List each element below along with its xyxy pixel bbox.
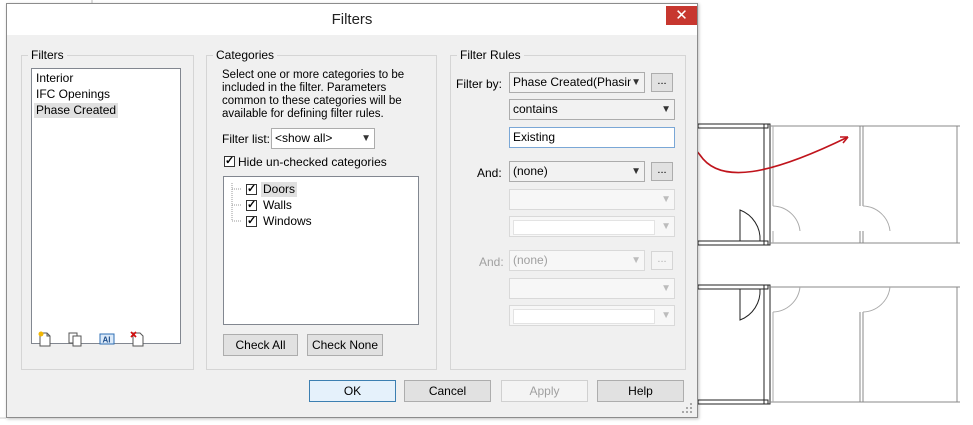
chevron-down-icon: ▼	[631, 255, 641, 266]
filters-dialog: Filters ✕ Filters Interior IFC Openings …	[6, 3, 698, 418]
and2-label: And:	[479, 255, 504, 269]
chevron-down-icon: ▼	[661, 194, 671, 205]
hide-unchecked-checkbox[interactable]: ✓	[224, 156, 235, 167]
chevron-down-icon: ▼	[631, 166, 641, 177]
walls-checkbox[interactable]: ✓	[246, 200, 257, 211]
filter-item-interior[interactable]: Interior	[34, 71, 75, 86]
hide-unchecked-label: Hide un-checked categories	[238, 155, 387, 169]
cancel-button[interactable]: Cancel	[404, 380, 491, 402]
filter-item-ifc-openings[interactable]: IFC Openings	[34, 87, 112, 102]
and2-dropdown[interactable]: (none) ▼	[509, 250, 645, 271]
svg-text:AI: AI	[103, 336, 111, 345]
chevron-down-icon: ▼	[661, 104, 671, 115]
and1-value-dropdown[interactable]: ▼	[509, 216, 675, 237]
filter-rules-legend: Filter Rules	[460, 48, 521, 62]
and2-value-field	[513, 309, 655, 324]
operator-dropdown[interactable]: contains ▼	[509, 99, 675, 120]
doors-checkbox[interactable]: ✓	[246, 184, 257, 195]
and1-more-button[interactable]: ...	[651, 162, 673, 181]
filters-list[interactable]: Interior IFC Openings Phase Created	[31, 68, 181, 344]
dialog-title: Filters	[331, 11, 373, 28]
check-all-button[interactable]: Check All	[223, 334, 298, 356]
and1-value: (none)	[513, 164, 548, 178]
categories-tree: ✓ Doors ✓ Walls ✓ Windows	[223, 176, 419, 325]
filter-item-phase-created[interactable]: Phase Created	[34, 103, 119, 118]
filter-list-value: <show all>	[275, 131, 333, 145]
filter-list-dropdown[interactable]: <show all> ▼	[271, 128, 375, 149]
ok-button[interactable]: OK	[309, 380, 396, 402]
categories-legend: Categories	[216, 48, 275, 62]
chevron-down-icon: ▼	[631, 73, 641, 92]
windows-checkbox[interactable]: ✓	[246, 216, 257, 227]
chevron-down-icon: ▼	[661, 221, 671, 232]
and2-value-dropdown[interactable]: ▼	[509, 305, 675, 326]
filter-by-value: Phase Created(Phasing	[513, 75, 641, 89]
rule-value-input[interactable]: Existing	[509, 127, 675, 148]
category-doors[interactable]: Doors	[261, 182, 298, 197]
help-button[interactable]: Help	[597, 380, 684, 402]
rename-filter-icon[interactable]: AI	[99, 331, 115, 347]
chevron-down-icon: ▼	[361, 133, 371, 144]
and1-dropdown[interactable]: (none) ▼	[509, 161, 645, 182]
new-filter-icon[interactable]	[37, 331, 53, 347]
check-none-button[interactable]: Check None	[307, 334, 383, 356]
delete-filter-icon[interactable]	[130, 331, 146, 347]
tree-lines	[231, 183, 242, 222]
operator-value: contains	[513, 102, 558, 116]
filter-by-dropdown[interactable]: Phase Created(Phasing ▼	[509, 72, 645, 93]
apply-button[interactable]: Apply	[501, 380, 588, 402]
resize-grip-icon[interactable]	[681, 402, 693, 414]
duplicate-filter-icon[interactable]	[67, 331, 83, 347]
category-windows[interactable]: Windows	[261, 214, 314, 229]
and1-operator-dropdown[interactable]: ▼	[509, 189, 675, 210]
and2-more-button[interactable]: ...	[651, 251, 673, 270]
filter-by-label: Filter by:	[456, 77, 503, 91]
and1-label: And:	[477, 166, 502, 180]
category-walls[interactable]: Walls	[261, 198, 294, 213]
title-bar: Filters ✕	[7, 4, 697, 35]
close-button[interactable]: ✕	[666, 6, 697, 25]
and1-value-field	[513, 220, 655, 235]
chevron-down-icon: ▼	[661, 283, 671, 294]
filters-legend: Filters	[31, 48, 64, 62]
and2-operator-dropdown[interactable]: ▼	[509, 278, 675, 299]
chevron-down-icon: ▼	[661, 310, 671, 321]
categories-description: Select one or more categories to be incl…	[222, 69, 405, 120]
filter-list-label: Filter list:	[222, 132, 270, 146]
filter-by-more-button[interactable]: ...	[651, 73, 673, 92]
and2-value: (none)	[513, 253, 548, 267]
